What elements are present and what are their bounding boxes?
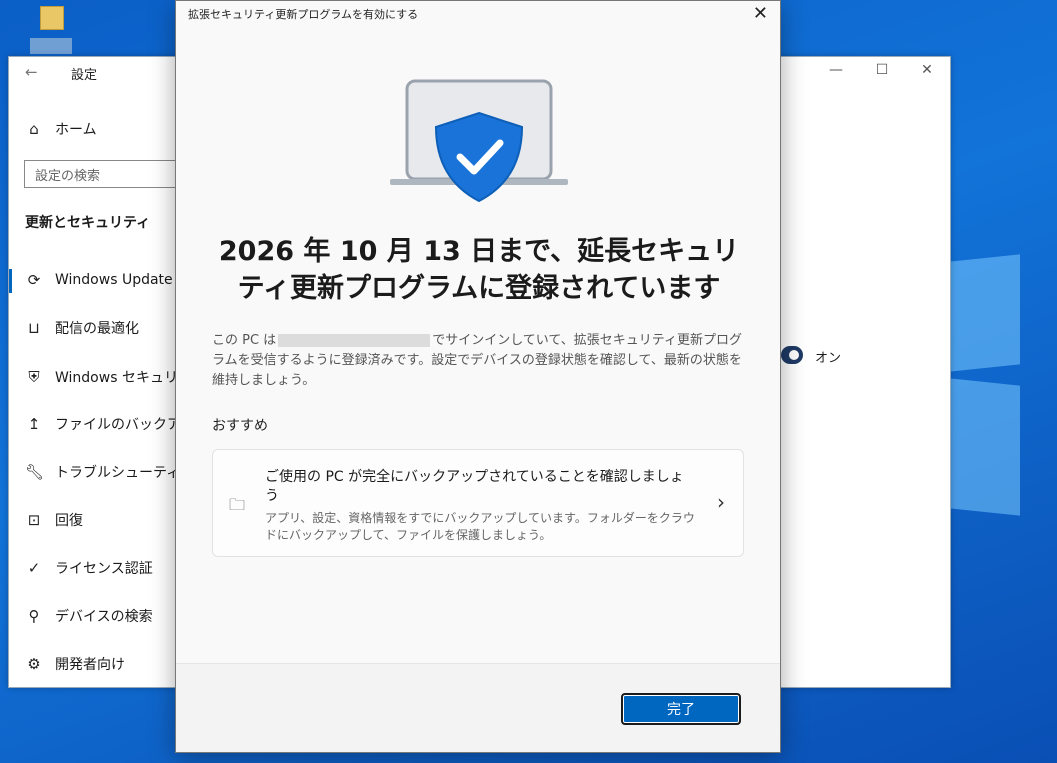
nav-item-windows-update[interactable]: ⟳ Windows Update [25, 271, 173, 289]
nav-item-label: デバイスの検索 [55, 609, 153, 625]
esu-dialog: 拡張セキュリティ更新プログラムを有効にする ✕ 2026 年 10 月 13 日… [175, 0, 781, 753]
back-arrow-icon[interactable]: ← [25, 63, 38, 81]
search-placeholder: 設定の検索 [35, 169, 101, 184]
nav-item-label: Windows Update [55, 272, 173, 288]
nav-item-find-my-device[interactable]: ⚲ デバイスの検索 [25, 606, 153, 626]
shield-icon: ⛨ [28, 368, 40, 386]
home-icon: ⌂ [29, 120, 39, 138]
recommendation-heading: おすすめ [212, 418, 268, 434]
nav-home-label: ホーム [55, 122, 97, 138]
chevron-right-icon: › [717, 490, 725, 514]
toggle-label: オン [815, 351, 842, 366]
nav-item-label: 開発者向け [55, 657, 125, 673]
card-title: ご使用の PC が完全にバックアップされていることを確認しましょう [265, 469, 684, 504]
nav-item-recovery[interactable]: ⊡ 回復 [25, 510, 83, 530]
folder-icon: 🗀︎ [229, 495, 246, 514]
done-button[interactable]: 完了 [621, 693, 741, 725]
wrench-icon: 🔧︎ [25, 463, 45, 481]
maximize-icon[interactable]: ☐ [867, 62, 897, 78]
selected-indicator [9, 269, 12, 293]
desc-before: この PC は [212, 333, 277, 348]
backup-recommendation-card[interactable]: 🗀︎ ご使用の PC が完全にバックアップされていることを確認しましょう アプリ… [212, 449, 744, 557]
delivery-icon: ⊔ [28, 319, 40, 337]
refresh-icon: ⟳ [27, 271, 41, 289]
nav-item-for-developers[interactable]: ⚙ 開発者向け [25, 654, 125, 674]
upload-arrow-icon: ↥ [27, 415, 41, 433]
nav-item-delivery-optimization[interactable]: ⊔ 配信の最適化 [25, 318, 139, 338]
desktop-user-icon[interactable] [40, 6, 64, 30]
close-icon[interactable]: ✕ [753, 3, 768, 24]
redacted-account [278, 334, 431, 347]
nav-item-activation[interactable]: ✓ ライセンス認証 [25, 558, 153, 578]
nav-item-label: ライセンス認証 [55, 561, 153, 577]
dialog-description: この PC はでサインインしていて、拡張セキュリティ更新プログラムを受信するよう… [212, 331, 752, 391]
card-body: アプリ、設定、資格情報をすでにバックアップしています。フォルダーをクラウドにバッ… [265, 511, 695, 542]
check-circle-icon: ✓ [27, 559, 41, 577]
person-location-icon: ⚲ [28, 607, 40, 625]
desktop-light-beam [950, 378, 1020, 516]
settings-title: 設定 [71, 68, 98, 83]
desktop-light-beam [950, 254, 1020, 372]
dialog-headline: 2026 年 10 月 13 日まで、延長セキュリティ更新プログラムに登録されて… [218, 236, 740, 304]
developer-tools-icon: ⚙ [27, 655, 41, 673]
desktop-icon-label[interactable] [30, 38, 72, 54]
toggle-switch[interactable] [781, 346, 803, 364]
minimize-icon[interactable]: — [821, 62, 851, 78]
close-icon[interactable]: ✕ [912, 62, 942, 78]
laptop-shield-illustration [390, 79, 568, 203]
shield-check-icon [434, 111, 524, 203]
recovery-icon: ⊡ [27, 511, 41, 529]
nav-home[interactable]: ⌂ ホーム [25, 119, 97, 139]
section-heading: 更新とセキュリティ [25, 215, 151, 231]
nav-item-label: 配信の最適化 [55, 321, 139, 337]
nav-item-label: 回復 [55, 513, 83, 529]
dialog-title: 拡張セキュリティ更新プログラムを有効にする [188, 8, 419, 21]
